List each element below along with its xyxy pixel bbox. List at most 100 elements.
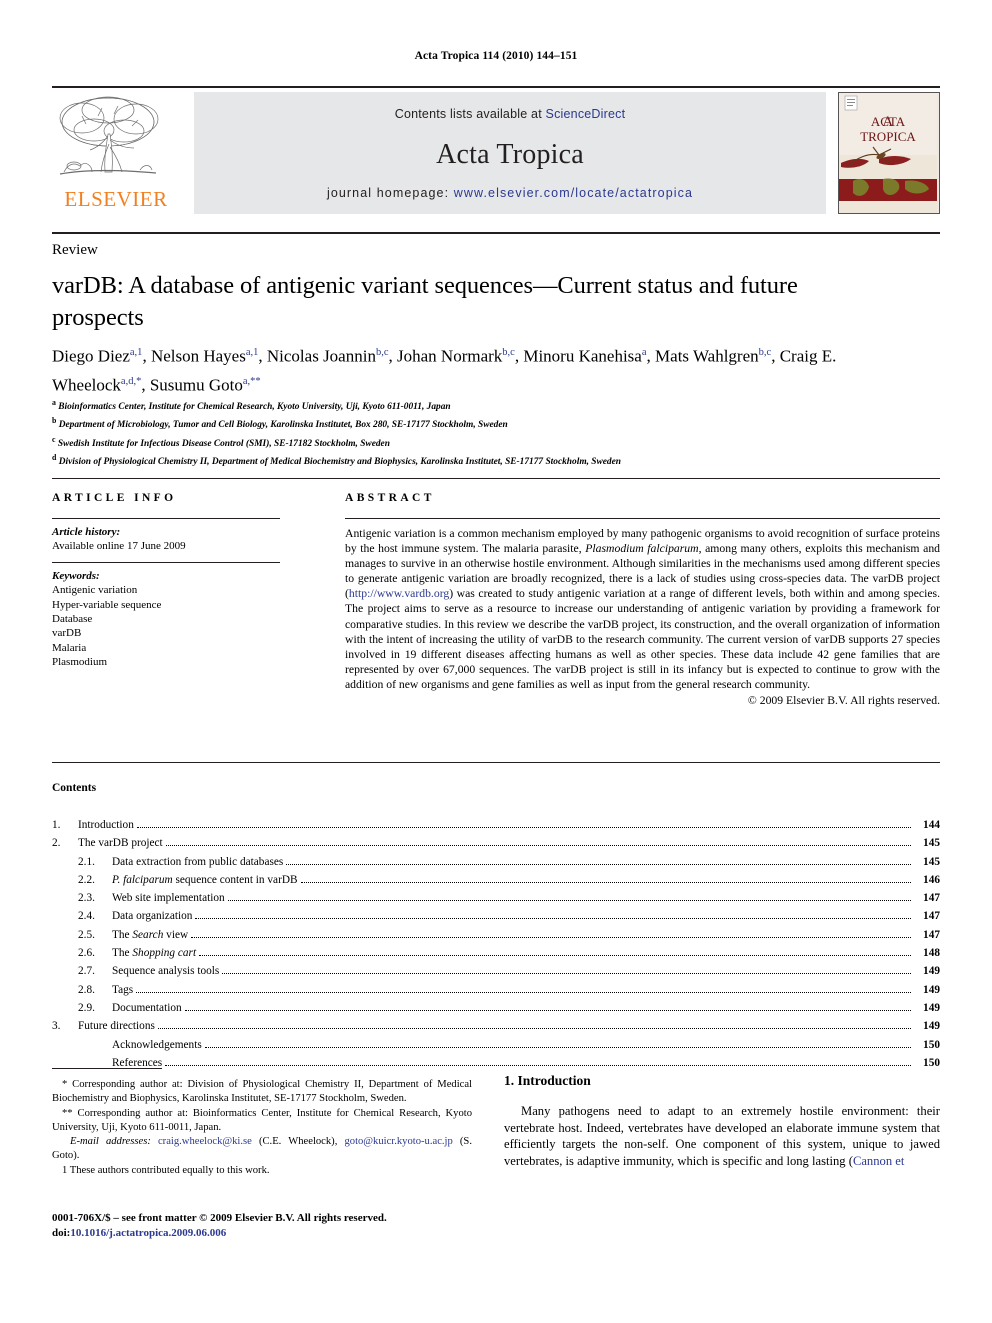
contents-heading: Contents <box>52 782 97 794</box>
toc-leader-dots <box>227 900 911 902</box>
author-name: Nicolas Joannin <box>266 346 376 366</box>
toc-row[interactable]: 3. Future directions 149 <box>52 1017 940 1035</box>
toc-row[interactable]: 2.3. Web site implementation 147 <box>52 889 940 907</box>
email-link-wheelock[interactable]: craig.wheelock@ki.se <box>158 1136 252 1147</box>
doi-line: doi:10.1016/j.actatropica.2009.06.006 <box>52 1226 482 1241</box>
toc-section-label: The varDB project <box>78 837 163 850</box>
author-name: Nelson Hayes <box>150 346 246 366</box>
article-info-heading: ARTICLE INFO <box>52 492 177 504</box>
toc-section-number: 2.2. <box>78 873 95 886</box>
sciencedirect-link[interactable]: ScienceDirect <box>546 107 626 121</box>
email-link-goto[interactable]: goto@kuicr.kyoto-u.ac.jp <box>344 1136 452 1147</box>
toc-leader-dots <box>136 827 911 828</box>
author-affiliation-marker: a,1 <box>129 347 143 358</box>
abstract-column: Antigenic variation is a common mechanis… <box>345 518 940 708</box>
introduction-heading: 1. Introduction <box>504 1073 591 1088</box>
toc-row[interactable]: 2.9. Documentation 149 <box>52 999 940 1017</box>
keyword-item: Malaria <box>52 641 87 654</box>
keywords-list: Antigenic variation Hyper-variable sequen… <box>52 583 280 669</box>
doi-link[interactable]: 10.1016/j.actatropica.2009.06.006 <box>70 1227 226 1239</box>
email-addresses-label: E-mail addresses: <box>70 1136 151 1148</box>
author-name: Susumu Goto <box>149 375 243 395</box>
affiliation-item: c Swedish Institute for Infectious Disea… <box>52 433 932 451</box>
journal-homepage-line: journal homepage: www.elsevier.com/locat… <box>194 186 826 200</box>
elsevier-wordmark: ELSEVIER <box>64 187 168 211</box>
keywords-label: Keywords: <box>52 569 100 582</box>
introduction-paragraph: Many pathogens need to adapt to an extre… <box>504 1103 940 1169</box>
article-history-block: Article history: Available online 17 Jun… <box>52 519 280 562</box>
toc-leader-dots <box>199 955 911 957</box>
email-owner-wheelock: (C.E. Wheelock), <box>251 1136 338 1148</box>
toc-leader-dots <box>165 1064 911 1066</box>
toc-leader-dots <box>191 936 911 938</box>
toc-section-number: 2.5. <box>78 928 95 941</box>
journal-masthead: ELSEVIER Contents lists available at Sci… <box>52 86 940 214</box>
toc-row[interactable]: Acknowledgements 150 <box>52 1036 940 1054</box>
keyword-item: Database <box>52 613 93 626</box>
author-name: Johan Normark <box>397 346 503 366</box>
abstract-bottom-rule <box>52 762 940 763</box>
affiliation-text: Bioinformatics Center, Institute for Che… <box>55 402 451 413</box>
toc-row[interactable]: 2.8. Tags 149 <box>52 981 940 999</box>
toc-section-label: Documentation <box>112 1001 182 1014</box>
footer-issn-block: 0001-706X/$ – see front matter © 2009 El… <box>52 1211 482 1241</box>
author-name: Mats Wahlgren <box>655 346 759 366</box>
toc-section-label: Tags <box>112 983 134 996</box>
toc-label-italic: Search <box>132 928 164 941</box>
toc-section-number: 2. <box>52 837 61 850</box>
toc-section-label: The Shopping cart <box>112 947 197 960</box>
toc-section-label: Future directions <box>78 1020 155 1033</box>
equal-contribution-note: 1 These authors contributed equally to t… <box>62 1164 270 1176</box>
toc-leader-dots <box>136 991 911 993</box>
toc-leader-dots <box>165 845 911 847</box>
article-type: Review <box>52 242 98 258</box>
abstract-copyright: © 2009 Elsevier B.V. All rights reserved… <box>747 694 940 708</box>
toc-row[interactable]: References 150 <box>52 1054 940 1072</box>
article-history-label: Article history: <box>52 526 121 538</box>
abstract-part-3: ) was created to study antigenic variati… <box>345 587 940 691</box>
contents-lists-line: Contents lists available at ScienceDirec… <box>194 92 826 121</box>
footnote-rule <box>52 1068 162 1069</box>
toc-section-number: 2.6. <box>78 947 95 960</box>
citation-link-cannon[interactable]: Cannon et <box>853 1154 904 1168</box>
toc-section-number: 2.8. <box>78 983 95 996</box>
toc-leader-dots <box>222 973 911 975</box>
toc-row[interactable]: 2. The varDB project 145 <box>52 834 940 852</box>
journal-title: Acta Tropica <box>436 139 584 170</box>
homepage-url-link[interactable]: www.elsevier.com/locate/actatropica <box>454 186 693 200</box>
running-head: Acta Tropica 114 (2010) 144–151 <box>414 50 578 62</box>
abstract-heading: ABSTRACT <box>345 492 435 504</box>
article-info-column: Article history: Available online 17 Jun… <box>52 518 280 678</box>
toc-page-number: 150 <box>923 1038 940 1051</box>
keywords-block: Keywords: Antigenic variation Hyper-varia… <box>52 563 280 678</box>
toc-leader-dots <box>286 863 911 865</box>
toc-row[interactable]: 2.7. Sequence analysis tools 149 <box>52 962 940 980</box>
toc-leader-dots <box>195 918 911 920</box>
toc-section-number: 2.7. <box>78 965 95 978</box>
toc-page-number: 147 <box>923 928 940 941</box>
homepage-label: journal homepage: <box>326 186 454 200</box>
toc-row[interactable]: 2.5. The Search view 147 <box>52 926 940 944</box>
toc-section-number: 2.9. <box>78 1001 95 1014</box>
toc-leader-dots <box>157 1028 911 1030</box>
page-title: varDB: A database of antigenic variant s… <box>52 272 798 331</box>
toc-row[interactable]: 2.4. Data organization 147 <box>52 907 940 925</box>
toc-row[interactable]: 1. Introduction 144 <box>52 816 940 834</box>
elsevier-logo: ELSEVIER <box>52 92 180 214</box>
table-of-contents: 1. Introduction 144 2. The varDB project 145 2… <box>52 816 940 1072</box>
author-affiliation-marker: a,d,* <box>120 375 142 387</box>
affiliation-text: Division of Physiological Chemistry II, … <box>56 457 621 468</box>
affiliation-item: a Bioinformatics Center, Institute for C… <box>52 396 932 414</box>
journal-page: Acta Tropica 114 (2010) 144–151 ELSEVIER… <box>0 0 992 1323</box>
toc-section-number: 2.1. <box>78 855 95 868</box>
affiliation-item: d Division of Physiological Chemistry II… <box>52 451 932 469</box>
affiliation-list: a Bioinformatics Center, Institute for C… <box>52 396 932 470</box>
toc-row[interactable]: 2.1. Data extraction from public database… <box>52 853 940 871</box>
toc-section-label: Data extraction from public databases <box>112 855 284 868</box>
toc-leader-dots <box>184 1009 911 1011</box>
vardb-url-link[interactable]: http://www.vardb.org <box>349 587 449 600</box>
toc-row[interactable]: 2.6. The Shopping cart 148 <box>52 944 940 962</box>
toc-label-italic: Shopping cart <box>132 947 197 960</box>
toc-row[interactable]: 2.2. P. falciparum sequence content in va… <box>52 871 940 889</box>
toc-page-number: 145 <box>923 855 940 868</box>
